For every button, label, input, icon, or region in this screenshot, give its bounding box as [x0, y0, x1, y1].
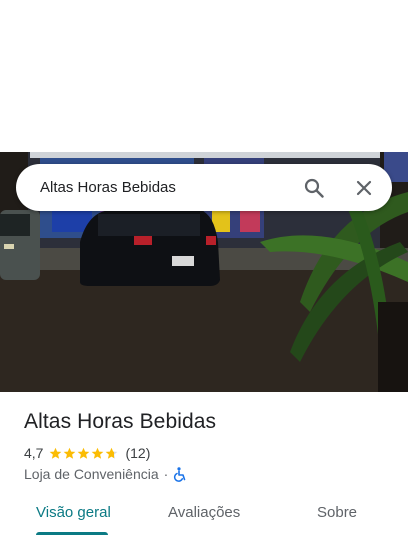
rating-stars	[49, 447, 119, 460]
review-count[interactable]: (12)	[125, 445, 150, 461]
place-category[interactable]: Loja de Conveniência	[24, 466, 159, 482]
place-tabs: Visão geral Avaliações Sobre	[0, 498, 408, 538]
star-icon	[64, 447, 76, 459]
tab-overview[interactable]: Visão geral	[36, 504, 111, 521]
tab-reviews[interactable]: Avaliações	[168, 504, 240, 521]
search-bar[interactable]: Altas Horas Bebidas	[16, 164, 392, 211]
clear-search-button[interactable]	[350, 174, 378, 202]
rating-value: 4,7	[24, 445, 44, 461]
wheelchair-icon	[174, 466, 186, 482]
tab-about[interactable]: Sobre	[317, 504, 357, 521]
rating-row[interactable]: 4,7 (12)	[24, 444, 150, 462]
blank-area	[0, 0, 408, 152]
separator: ·	[163, 466, 169, 482]
category-row: Loja de Conveniência ·	[24, 465, 187, 483]
search-icon	[304, 178, 324, 198]
star-icon	[106, 447, 118, 459]
search-button[interactable]	[300, 174, 328, 202]
close-icon	[356, 180, 372, 195]
active-tab-indicator	[36, 532, 108, 535]
place-title: Altas Horas Bebidas	[24, 410, 217, 433]
star-icon	[92, 447, 104, 459]
star-icon	[50, 447, 62, 459]
search-input[interactable]: Altas Horas Bebidas	[40, 179, 300, 196]
star-icon	[78, 447, 90, 459]
